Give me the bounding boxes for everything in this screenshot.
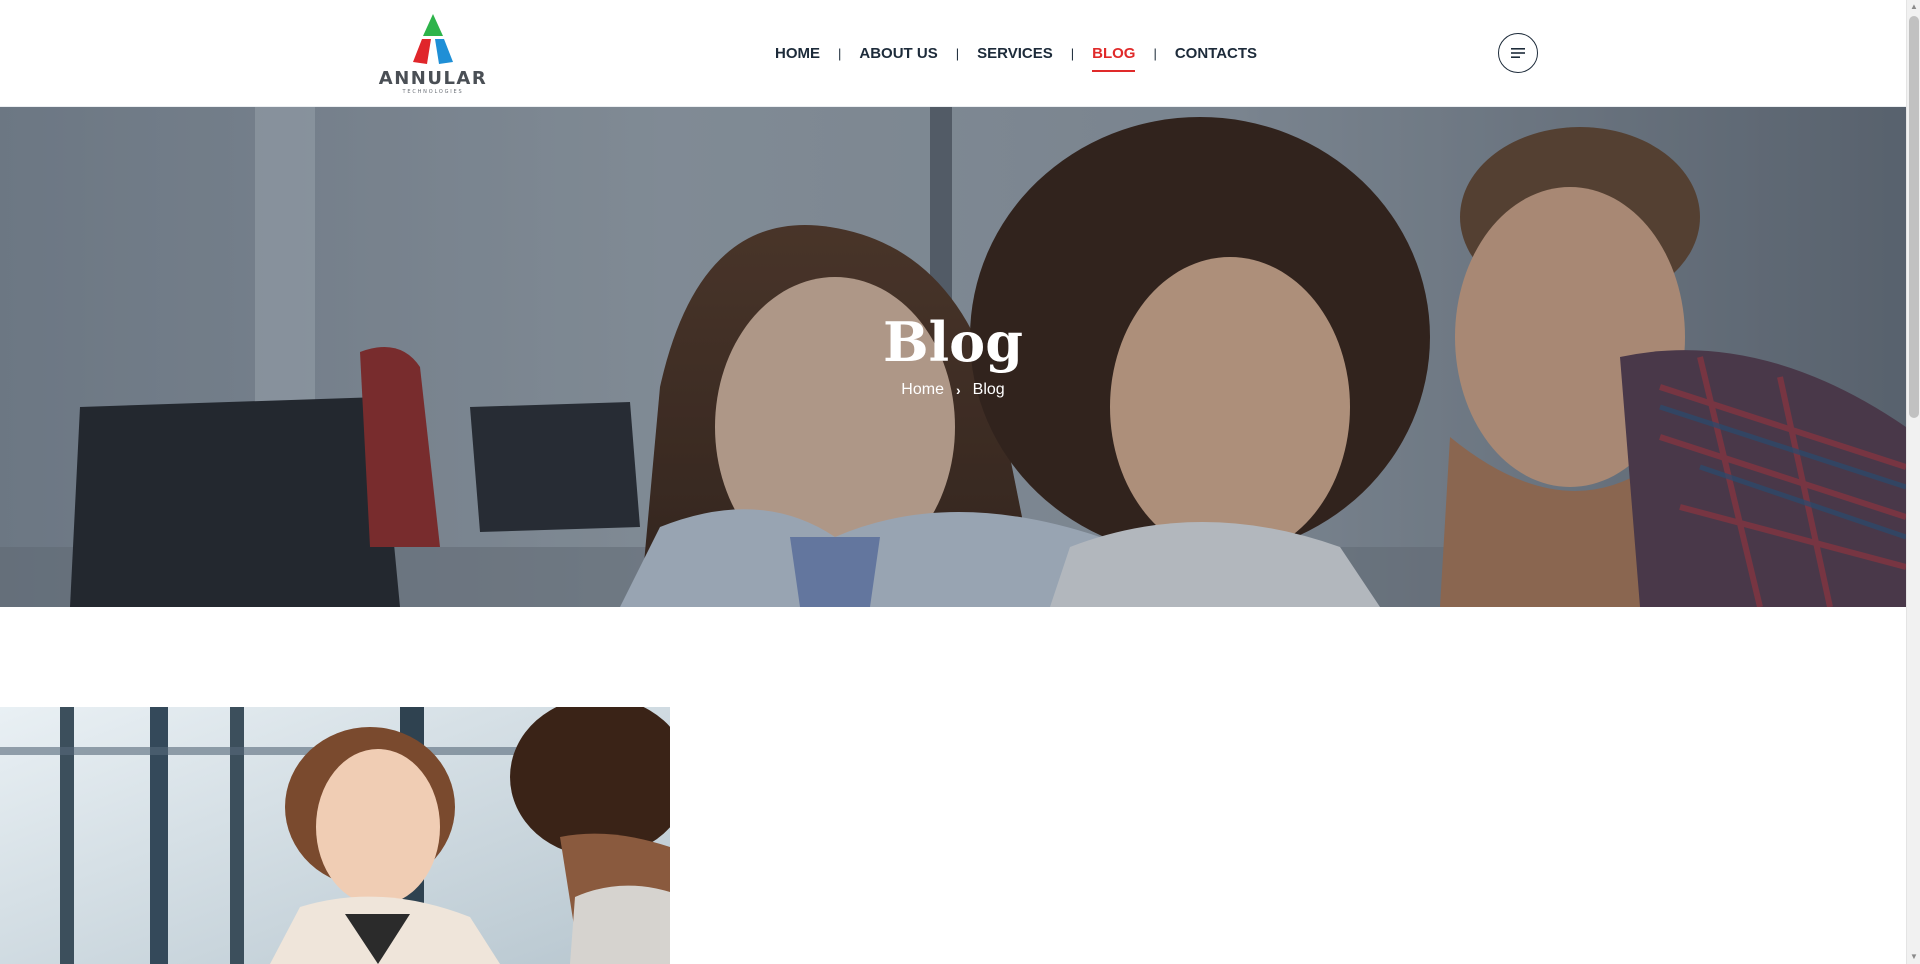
- scroll-up-icon[interactable]: ▲: [1907, 0, 1920, 14]
- side-menu-button[interactable]: [1498, 33, 1538, 73]
- nav-separator: |: [955, 46, 960, 61]
- menu-lines-icon: [1511, 48, 1525, 58]
- breadcrumb-home-link[interactable]: Home: [901, 381, 944, 399]
- scrollbar-thumb[interactable]: [1909, 16, 1919, 418]
- nav-home[interactable]: HOME: [775, 44, 820, 64]
- nav-blog[interactable]: BLOG: [1092, 44, 1136, 72]
- nav-contacts[interactable]: CONTACTS: [1175, 44, 1257, 64]
- nav-separator: |: [1153, 46, 1157, 61]
- scroll-down-icon[interactable]: ▼: [1907, 950, 1920, 964]
- logo-tagline: TECHNOLOGIES: [402, 89, 464, 95]
- nav-about-us[interactable]: ABOUT US: [859, 44, 937, 64]
- nav-services[interactable]: SERVICES: [977, 44, 1053, 64]
- post-photo: [0, 707, 670, 964]
- site-logo[interactable]: ANNULAR TECHNOLOGIES: [368, 12, 498, 96]
- page-hero: Blog Home › Blog: [0, 107, 1906, 607]
- logo-wordmark: ANNULAR: [378, 68, 488, 89]
- breadcrumb-current: Blog: [972, 381, 1005, 398]
- breadcrumb: Home › Blog: [0, 381, 1906, 399]
- nav-separator: |: [838, 46, 842, 61]
- page-scrollbar[interactable]: ▲ ▼: [1906, 0, 1920, 964]
- logo-mark-icon: [413, 14, 453, 64]
- main-nav: HOME | ABOUT US | SERVICES | BLOG | CONT…: [775, 42, 1257, 72]
- site-header: ANNULAR TECHNOLOGIES HOME | ABOUT US | S…: [0, 0, 1906, 107]
- nav-separator: |: [1070, 46, 1075, 61]
- page-title: Blog: [883, 310, 1023, 374]
- chevron-right-icon: ›: [955, 382, 961, 398]
- blog-post-image[interactable]: [0, 707, 670, 964]
